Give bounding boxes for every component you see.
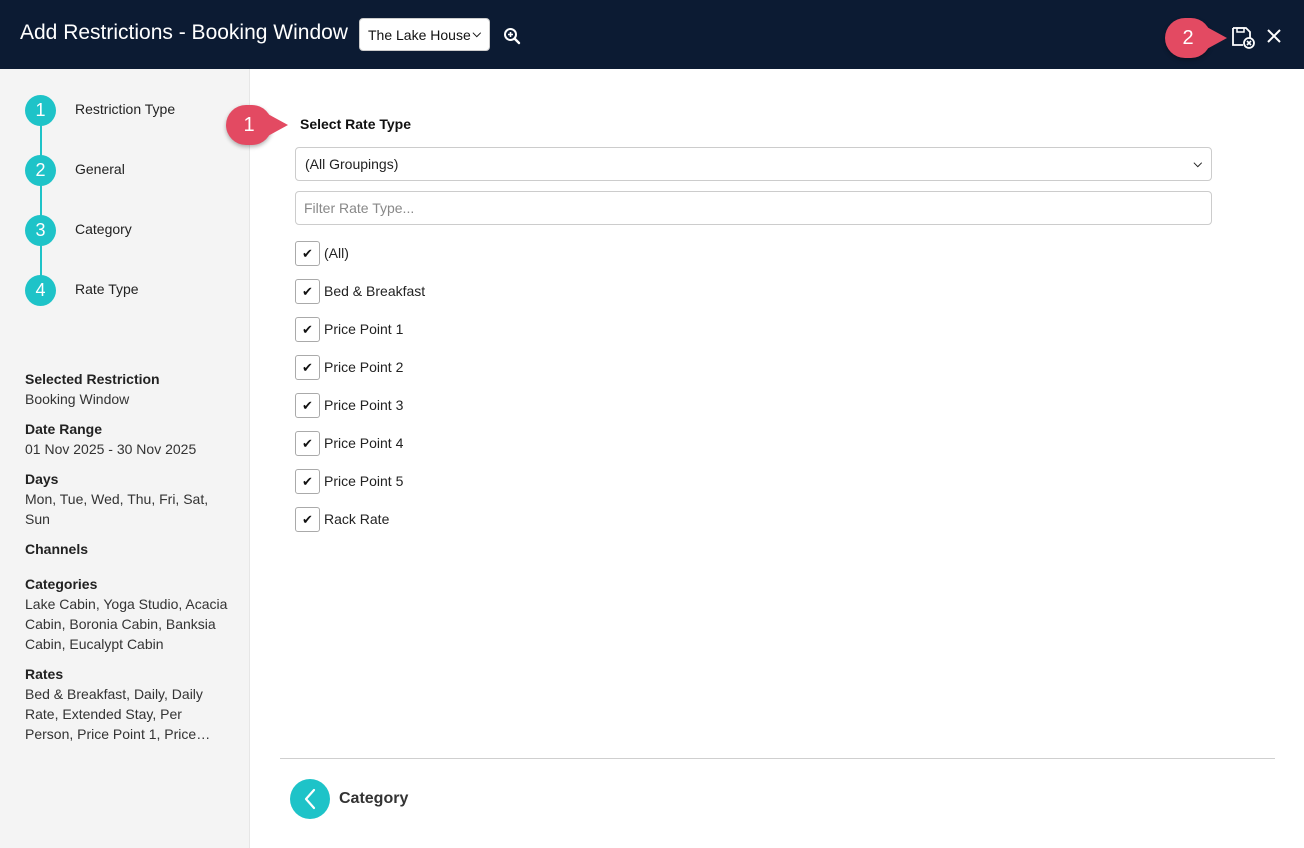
rate-label: Price Point 4 <box>324 435 404 451</box>
summary-heading: Days <box>25 471 59 487</box>
chevron-down-icon: ⌵ <box>472 28 481 40</box>
rate-item-price-point-2[interactable]: ✔ Price Point 2 <box>295 355 595 380</box>
step-restriction-type[interactable]: 1 Restriction Type <box>25 95 245 127</box>
rate-label: Price Point 1 <box>324 321 404 337</box>
summary-heading: Selected Restriction <box>25 371 160 387</box>
rate-item-bed-breakfast[interactable]: ✔ Bed & Breakfast <box>295 279 595 304</box>
callout-2: 2 <box>1165 18 1235 58</box>
callout-arrow <box>266 113 288 137</box>
checkbox[interactable]: ✔ <box>295 355 320 380</box>
summary-heading: Rates <box>25 666 64 682</box>
back-button[interactable] <box>290 779 330 819</box>
step-label: Rate Type <box>75 281 139 297</box>
summary-value: 01 Nov 2025 - 30 Nov 2025 <box>25 441 197 457</box>
step-label: Restriction Type <box>75 101 176 117</box>
rate-label: Rack Rate <box>324 511 390 527</box>
step-connector <box>40 110 42 290</box>
summary-heading: Channels <box>25 541 89 557</box>
step-category[interactable]: 3 Category <box>25 215 245 247</box>
page-title: Add Restrictions - Booking Window <box>20 21 348 44</box>
footer-divider <box>280 758 1275 759</box>
summary-value: Lake Cabin, Yoga Studio, Acacia Cabin, B… <box>25 596 228 652</box>
property-select-value: The Lake House <box>368 26 471 43</box>
checkbox[interactable]: ✔ <box>295 469 320 494</box>
rate-label: Price Point 3 <box>324 397 404 413</box>
checkbox[interactable]: ✔ <box>295 393 320 418</box>
rate-label: Price Point 5 <box>324 473 404 489</box>
selection-summary: Selected Restriction Booking Window Date… <box>25 369 230 754</box>
step-number: 3 <box>25 215 56 246</box>
rate-item-price-point-1[interactable]: ✔ Price Point 1 <box>295 317 595 342</box>
section-title: Select Rate Type <box>300 116 412 132</box>
summary-heading: Categories <box>25 576 98 592</box>
back-button-label[interactable]: Category <box>339 790 408 808</box>
property-select[interactable]: The Lake House ⌵ <box>359 18 490 51</box>
chevron-down-icon: ⌵ <box>1193 157 1202 170</box>
checkbox[interactable]: ✔ <box>295 317 320 342</box>
checkbox[interactable]: ✔ <box>295 507 320 532</box>
zoom-in-icon[interactable] <box>503 27 521 45</box>
step-number: 1 <box>25 95 56 126</box>
header-bar: Add Restrictions - Booking Window The La… <box>0 0 1304 69</box>
rate-item-rack-rate[interactable]: ✔ Rack Rate <box>295 507 595 532</box>
callout-1: 1 <box>226 105 296 145</box>
checkbox[interactable]: ✔ <box>295 241 320 266</box>
rate-label: (All) <box>324 245 349 261</box>
summary-value: Booking Window <box>25 391 130 407</box>
summary-heading: Date Range <box>25 421 103 437</box>
close-icon[interactable] <box>1264 26 1284 46</box>
callout-arrow <box>1205 26 1227 50</box>
rate-item-price-point-5[interactable]: ✔ Price Point 5 <box>295 469 595 494</box>
summary-value: Bed & Breakfast, Daily, Daily Rate, Exte… <box>25 686 203 742</box>
step-number: 4 <box>25 275 56 306</box>
summary-value <box>25 559 230 564</box>
step-rate-type[interactable]: 4 Rate Type <box>25 275 245 307</box>
checkbox[interactable]: ✔ <box>295 279 320 304</box>
rate-item-price-point-4[interactable]: ✔ Price Point 4 <box>295 431 595 456</box>
step-general[interactable]: 2 General <box>25 155 245 187</box>
rate-item-all[interactable]: ✔ (All) <box>295 241 595 266</box>
summary-value: Mon, Tue, Wed, Thu, Fri, Sat, Sun <box>25 491 209 527</box>
step-label: Category <box>75 221 132 237</box>
chevron-left-icon <box>304 788 316 810</box>
filter-rate-type-input[interactable] <box>295 191 1212 225</box>
checkbox[interactable]: ✔ <box>295 431 320 456</box>
rate-label: Price Point 2 <box>324 359 404 375</box>
step-label: General <box>75 161 125 177</box>
grouping-select[interactable]: (All Groupings) ⌵ <box>295 147 1212 181</box>
grouping-select-value: (All Groupings) <box>305 156 399 172</box>
rate-item-price-point-3[interactable]: ✔ Price Point 3 <box>295 393 595 418</box>
step-number: 2 <box>25 155 56 186</box>
wizard-sidebar: 1 Restriction Type 2 General 3 Category … <box>0 69 250 848</box>
rate-label: Bed & Breakfast <box>324 283 426 299</box>
